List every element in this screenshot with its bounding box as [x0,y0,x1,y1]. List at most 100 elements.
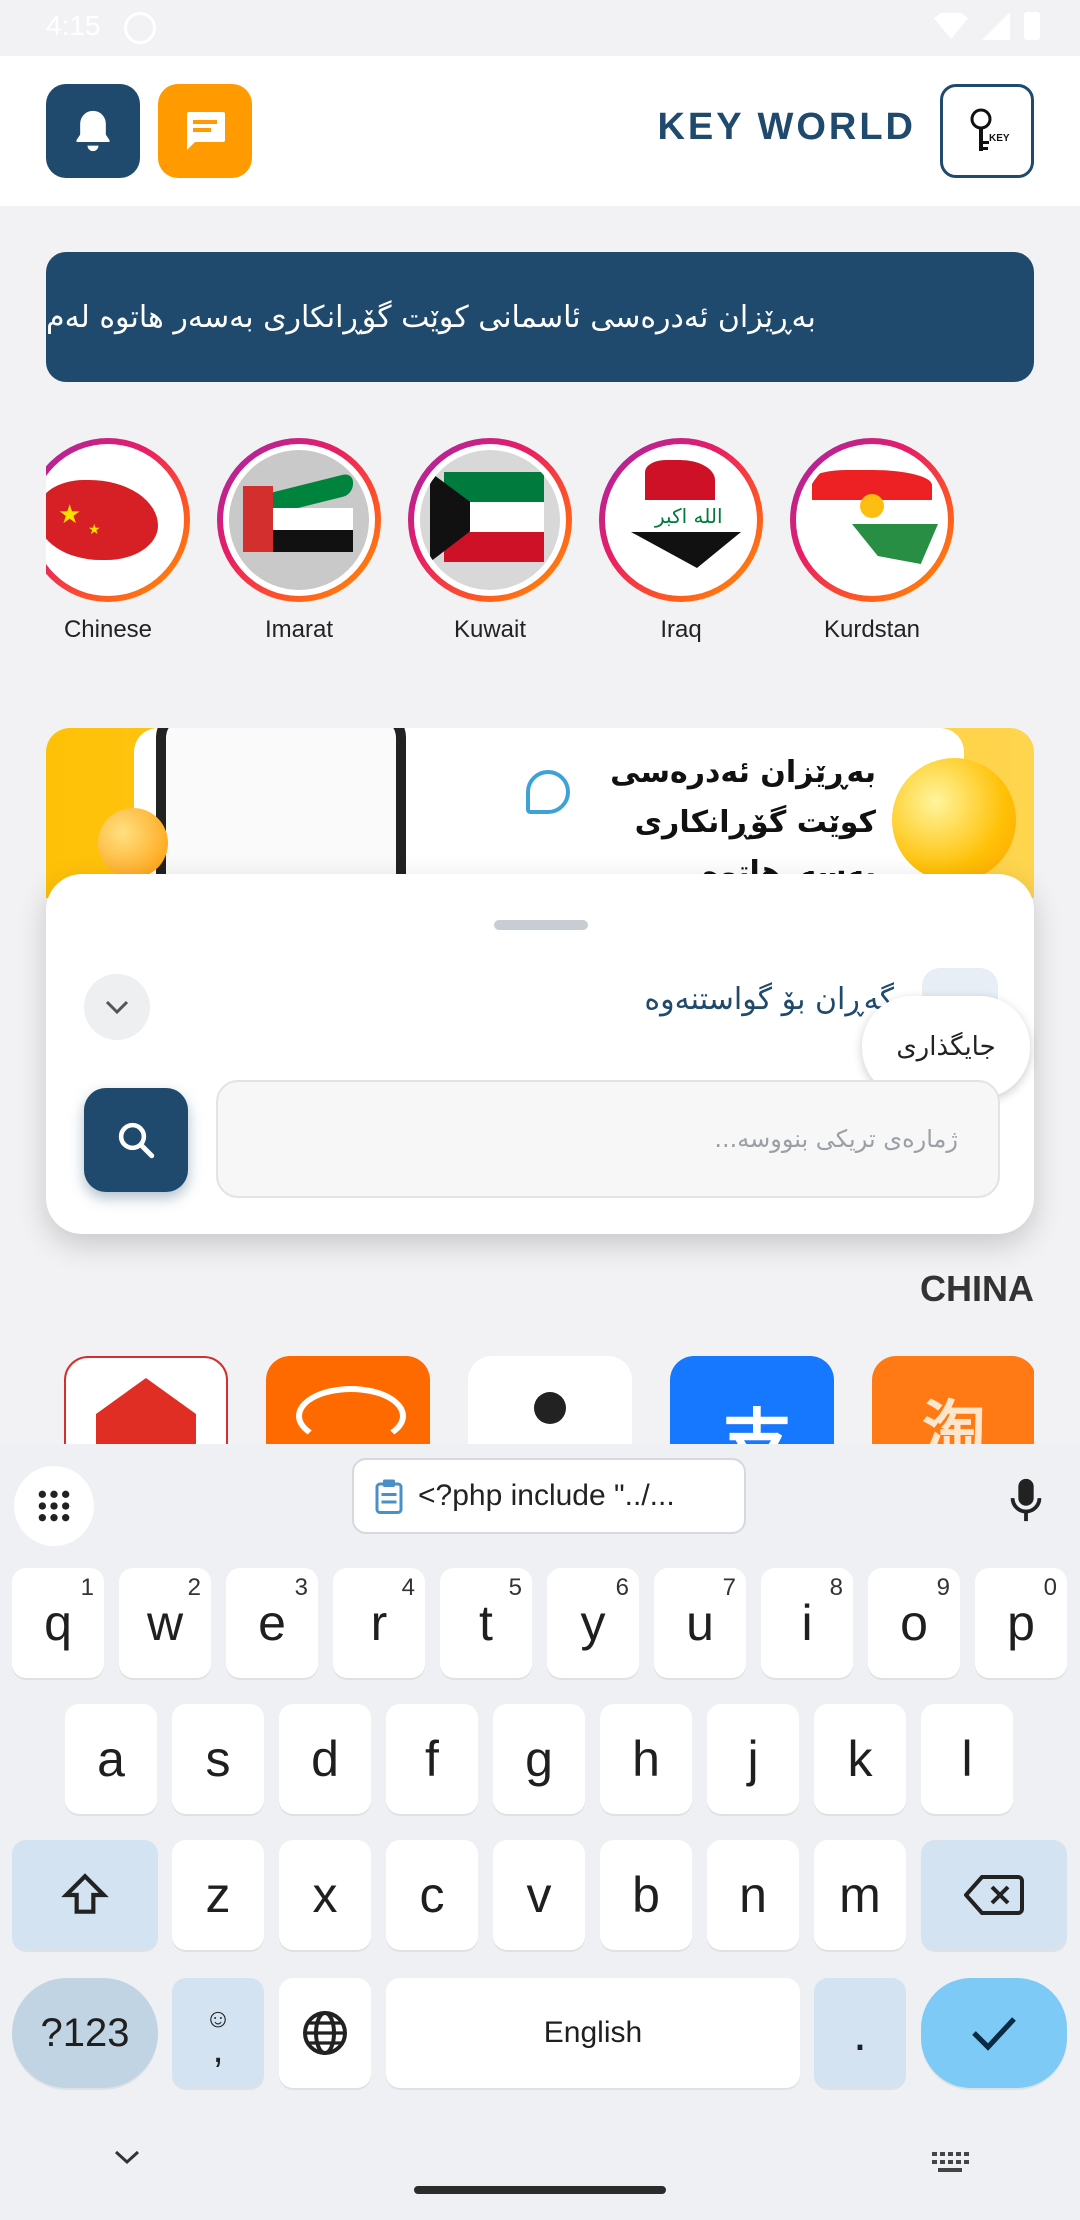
voice-input-button[interactable] [996,1470,1056,1530]
checkmark-icon [972,2017,1016,2051]
key-v[interactable]: v [493,1840,585,1950]
key-y[interactable]: y6 [547,1568,639,1678]
app-header: KEY WORLD KEY [0,56,1080,206]
status-notification-icon [124,12,156,44]
microphone-icon [1010,1478,1042,1522]
search-icon [118,1122,155,1159]
key-label: w [146,1595,184,1651]
key-r[interactable]: r4 [333,1568,425,1678]
key-m[interactable]: m [814,1840,906,1950]
key-u[interactable]: u7 [654,1568,746,1678]
brand-logo[interactable]: KEY [940,84,1034,178]
clipboard-suggestion[interactable]: <?php include "../... [352,1458,746,1534]
comma-label: , [212,2026,224,2071]
space-key[interactable]: English [386,1978,800,2088]
key-o[interactable]: o9 [868,1568,960,1678]
key-c[interactable]: c [386,1840,478,1950]
language-key[interactable] [279,1978,371,2088]
expand-button[interactable] [84,974,150,1040]
key-label: q [44,1595,72,1651]
story-kurdstan[interactable]: Kurdstan [790,438,954,644]
tracking-sheet: گەڕان بۆ گواستنەوە جایگذاری [46,874,1034,1234]
emoji-comma-key[interactable]: ☺ , [172,1978,264,2088]
section-title: CHINA [920,1268,1034,1309]
keyboard-switch-button[interactable] [930,2150,970,2180]
key-label: r [370,1595,388,1651]
status-icons [934,12,1040,40]
wifi-icon [934,13,968,39]
shift-icon [61,1873,109,1914]
key-hint: 7 [722,1574,736,1601]
key-a[interactable]: a [65,1704,157,1814]
svg-text:KEY: KEY [989,133,1010,144]
story-chinese[interactable]: ★ ★ Chinese [46,438,190,644]
key-hint: 8 [829,1574,843,1601]
home-indicator[interactable] [414,2186,666,2194]
key-hint: 5 [508,1574,522,1601]
uae-map-icon [229,450,369,590]
signal-icon [982,12,1010,40]
story-label: Kurdstan [823,616,921,643]
key-w[interactable]: w2 [119,1568,211,1678]
story-iraq[interactable]: الله اكبر Iraq [599,438,763,644]
key-label: u [686,1595,714,1651]
key-j[interactable]: j [707,1704,799,1814]
key-label: t [479,1595,493,1651]
key-d[interactable]: d [279,1704,371,1814]
key-hint: 6 [615,1574,629,1601]
key-l[interactable]: l [921,1704,1013,1814]
key-hint: 1 [80,1574,94,1601]
messages-button[interactable] [158,84,252,178]
soft-keyboard: <?php include "../... q1 w2 e3 r4 t5 y6 … [0,1444,1080,2220]
chevron-down-icon [114,2150,140,2165]
period-key[interactable]: . [814,1978,906,2088]
key-k[interactable]: k [814,1704,906,1814]
key-hint: 0 [1043,1574,1057,1601]
key-n[interactable]: n [707,1840,799,1950]
backspace-key[interactable] [921,1840,1067,1950]
key-p[interactable]: p0 [975,1568,1067,1678]
taobao-app-icon[interactable]: 淘 [872,1356,1034,1444]
iraq-map-icon: الله اكبر [611,450,751,590]
announcement-marquee: بەڕێزان ئەدرەسی ئاسمانی کوێت گۆڕانکاری ب… [46,252,1034,382]
hide-keyboard-button[interactable] [110,2146,144,2172]
key-label: y [580,1595,606,1651]
china-apps-row: 支 淘 [64,1356,1034,1444]
keyworld-app-icon[interactable] [468,1356,632,1444]
key-label: p [1007,1595,1035,1651]
alipay-app-icon[interactable]: 支 [670,1356,834,1444]
key-logo-icon: KEY [970,108,1010,151]
pinduoduo-app-icon[interactable] [64,1356,228,1444]
clipboard-icon [375,1479,403,1514]
kuwait-map-icon [420,450,560,590]
shift-key[interactable] [12,1840,158,1950]
promo-line: بەڕێزان ئەدرەسی [610,755,876,790]
key-b[interactable]: b [600,1840,692,1950]
key-label: e [258,1595,286,1651]
promo-banner[interactable]: بەڕێزان ئەدرەسی کوێت گۆڕانکاری بەسەرهاتو… [46,728,1034,898]
key-x[interactable]: x [279,1840,371,1950]
key-z[interactable]: z [172,1840,264,1950]
key-label: i [801,1595,813,1651]
drag-handle[interactable] [494,920,588,930]
tracking-number-input[interactable] [216,1080,1000,1198]
search-button[interactable] [84,1088,188,1192]
keyboard-menu-button[interactable] [14,1466,94,1546]
symbols-key[interactable]: ?123 [12,1978,158,2088]
key-i[interactable]: i8 [761,1568,853,1678]
notifications-button[interactable] [46,84,140,178]
story-imarat[interactable]: Imarat [217,438,381,644]
enter-key[interactable] [921,1978,1067,2088]
battery-icon [1024,12,1040,40]
key-t[interactable]: t5 [440,1568,532,1678]
key-q[interactable]: q1 [12,1568,104,1678]
key-f[interactable]: f [386,1704,478,1814]
key-h[interactable]: h [600,1704,692,1814]
alibaba-app-icon[interactable] [266,1356,430,1444]
key-e[interactable]: e3 [226,1568,318,1678]
china-map-icon: ★ ★ [46,450,178,590]
story-kuwait[interactable]: Kuwait [408,438,572,644]
globe-icon [303,2011,347,2055]
key-s[interactable]: s [172,1704,264,1814]
key-g[interactable]: g [493,1704,585,1814]
